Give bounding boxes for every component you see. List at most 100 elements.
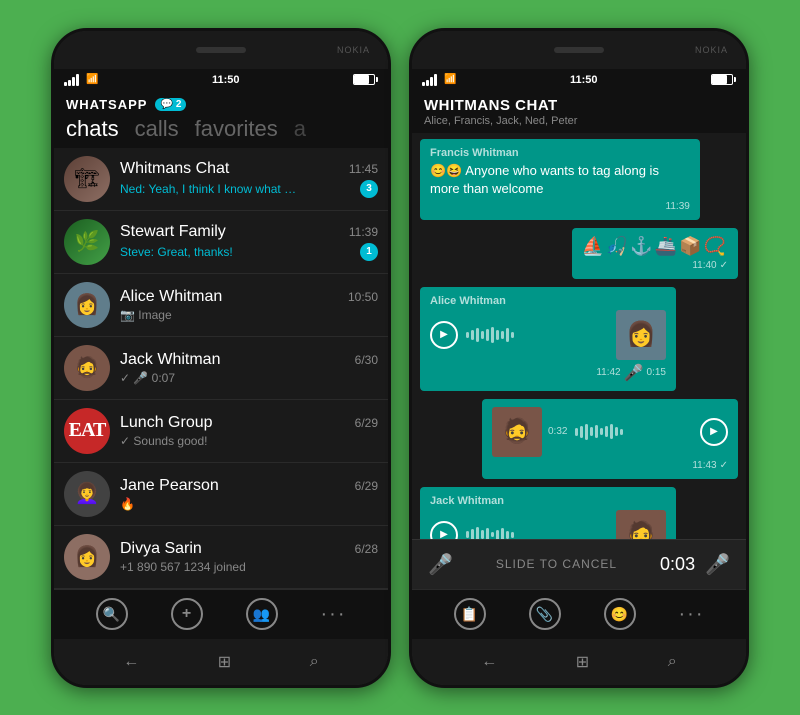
wave-bar	[501, 331, 504, 339]
msg-time-row: 11:40 ✓	[582, 260, 728, 271]
chat-name: Lunch Group	[120, 414, 213, 432]
signal-bar-4	[76, 74, 79, 86]
search-hw-button[interactable]: ⌕	[310, 653, 319, 671]
screen-left: 📶 11:50 WHATSAPP 💬 2 chats calls	[54, 69, 388, 639]
chat-preview: ✓ 🎤 0:07	[120, 371, 175, 385]
avatar: 👩	[64, 282, 110, 328]
play-button[interactable]: ▶	[430, 321, 458, 349]
wave-bar	[511, 532, 514, 538]
more-button-right[interactable]: ···	[679, 603, 705, 626]
list-item[interactable]: EAT Lunch Group 6/29 ✓ Sounds good!	[54, 400, 388, 463]
chat-title: WHITMANS CHAT	[424, 97, 734, 114]
microphone-icon: 🎤	[428, 552, 453, 577]
clipboard-button[interactable]: 📋	[454, 598, 486, 630]
chat-preview-row: ✓ 🎤 0:07	[120, 371, 378, 385]
emoji-button[interactable]: 😊	[604, 598, 636, 630]
unread-badge: 💬 2	[155, 98, 186, 111]
phone-bottom-left: ← ⊞ ⌕	[54, 639, 388, 685]
voice-waveform	[466, 325, 610, 345]
message-bubble: 🧔 0:32	[482, 399, 738, 479]
battery-left	[353, 74, 378, 85]
rec-mic-right-icon: 🎤	[705, 552, 730, 577]
home-button[interactable]: ⊞	[218, 652, 231, 672]
voice-message: 0:32 ▶	[548, 418, 728, 446]
recording-bar: 🎤 SLIDE TO CANCEL 0:03 🎤	[412, 539, 746, 589]
chat-header: WHITMANS CHAT Alice, Francis, Jack, Ned,…	[412, 91, 746, 133]
signal-bar-1	[422, 82, 425, 86]
message-bubble: Alice Whitman ▶	[420, 287, 676, 391]
wave-bar	[481, 530, 484, 538]
voice-message: ▶	[430, 321, 610, 349]
new-chat-button[interactable]: +	[171, 598, 203, 630]
tab-more[interactable]: a	[294, 116, 306, 142]
play-button[interactable]: ▶	[700, 418, 728, 446]
nav-tabs[interactable]: chats calls favorites a	[66, 112, 376, 144]
speaker-right	[554, 47, 604, 53]
more-button[interactable]: ···	[321, 603, 347, 626]
status-left: 📶	[64, 74, 98, 86]
wave-bar	[595, 425, 598, 438]
wave-bar	[496, 330, 499, 340]
msg-time: 11:39	[666, 201, 690, 212]
speaker	[196, 47, 246, 53]
speech-bubble-icon: 💬	[160, 99, 172, 110]
list-item[interactable]: 👩 Divya Sarin 6/28 +1 890 567 1234 joine…	[54, 526, 388, 589]
tab-chats[interactable]: chats	[66, 116, 119, 142]
avatar: EAT	[64, 408, 110, 454]
msg-sender: Alice Whitman	[430, 295, 666, 307]
tab-calls[interactable]: calls	[135, 116, 179, 142]
msg-with-thumb: ▶ �	[430, 310, 666, 360]
phone-bottom-right: ← ⊞ ⌕	[412, 639, 746, 685]
chat-name-row: Jane Pearson 6/29	[120, 477, 378, 495]
avatar: 🌿	[64, 219, 110, 265]
home-button-r[interactable]: ⊞	[576, 652, 589, 672]
battery-fill	[354, 75, 369, 84]
wave-bar	[501, 528, 504, 539]
msg-time-row: 11:42 🎤 0:15	[430, 363, 666, 383]
chat-time: 10:50	[348, 290, 378, 304]
contact-thumbnail: 🧔	[616, 510, 666, 539]
voice-message: ▶	[430, 521, 610, 539]
messages-area: Francis Whitman 😊😆 Anyone who wants to t…	[412, 133, 746, 539]
list-item[interactable]: 🏗 Whitmans Chat 11:45 Ned: Yeah, I think…	[54, 148, 388, 211]
wave-bar	[486, 528, 489, 538]
list-item[interactable]: 🌿 Stewart Family 11:39 Steve: Great, tha…	[54, 211, 388, 274]
msg-time-row: 11:43 ✓	[492, 460, 728, 471]
app-name-row: WHATSAPP 💬 2	[66, 97, 376, 112]
chat-info: Lunch Group 6/29 ✓ Sounds good!	[120, 414, 378, 448]
msg-time-row: 11:39	[430, 201, 690, 212]
chat-info: Stewart Family 11:39 Steve: Great, thank…	[120, 223, 378, 261]
back-button-r[interactable]: ←	[481, 653, 497, 671]
play-button[interactable]: ▶	[430, 521, 458, 539]
wifi-icon: 📶	[86, 74, 98, 85]
chat-time: 11:39	[349, 225, 378, 239]
wave-bar	[511, 332, 514, 338]
phone-top-left: NOKIA	[54, 31, 388, 69]
wave-bar	[590, 427, 593, 436]
back-button[interactable]: ←	[123, 653, 139, 671]
signal-bar-3	[72, 77, 75, 86]
chat-name: Jack Whitman	[120, 351, 220, 369]
bottom-toolbar-right: 📋 📎 😊 ···	[412, 589, 746, 639]
chat-preview-row: Ned: Yeah, I think I know what you... 3	[120, 180, 378, 198]
chat-info: Divya Sarin 6/28 +1 890 567 1234 joined	[120, 540, 378, 574]
attach-button[interactable]: 📎	[529, 598, 561, 630]
contacts-button[interactable]: 👥	[246, 598, 278, 630]
wave-bar	[481, 331, 484, 339]
list-item[interactable]: 🧔 Jack Whitman 6/30 ✓ 🎤 0:07	[54, 337, 388, 400]
wave-bar	[491, 327, 494, 343]
tab-favorites[interactable]: favorites	[195, 116, 278, 142]
recording-time: 0:03	[660, 554, 695, 575]
list-item[interactable]: 👩‍🦱 Jane Pearson 6/29 🔥	[54, 463, 388, 526]
wave-bar	[476, 527, 479, 538]
search-hw-button-r[interactable]: ⌕	[668, 653, 677, 671]
signal-bar-2	[426, 80, 429, 86]
battery-body-r	[711, 74, 733, 85]
voice-waveform	[575, 422, 692, 442]
list-item[interactable]: 👩 Alice Whitman 10:50 📷 Image	[54, 274, 388, 337]
mic-icon: 🎤	[624, 363, 644, 383]
search-button[interactable]: 🔍	[96, 598, 128, 630]
phone-top-right: NOKIA	[412, 31, 746, 69]
wave-bar	[585, 424, 588, 440]
right-phone: NOKIA 📶 11:50 WHIT	[409, 28, 749, 688]
